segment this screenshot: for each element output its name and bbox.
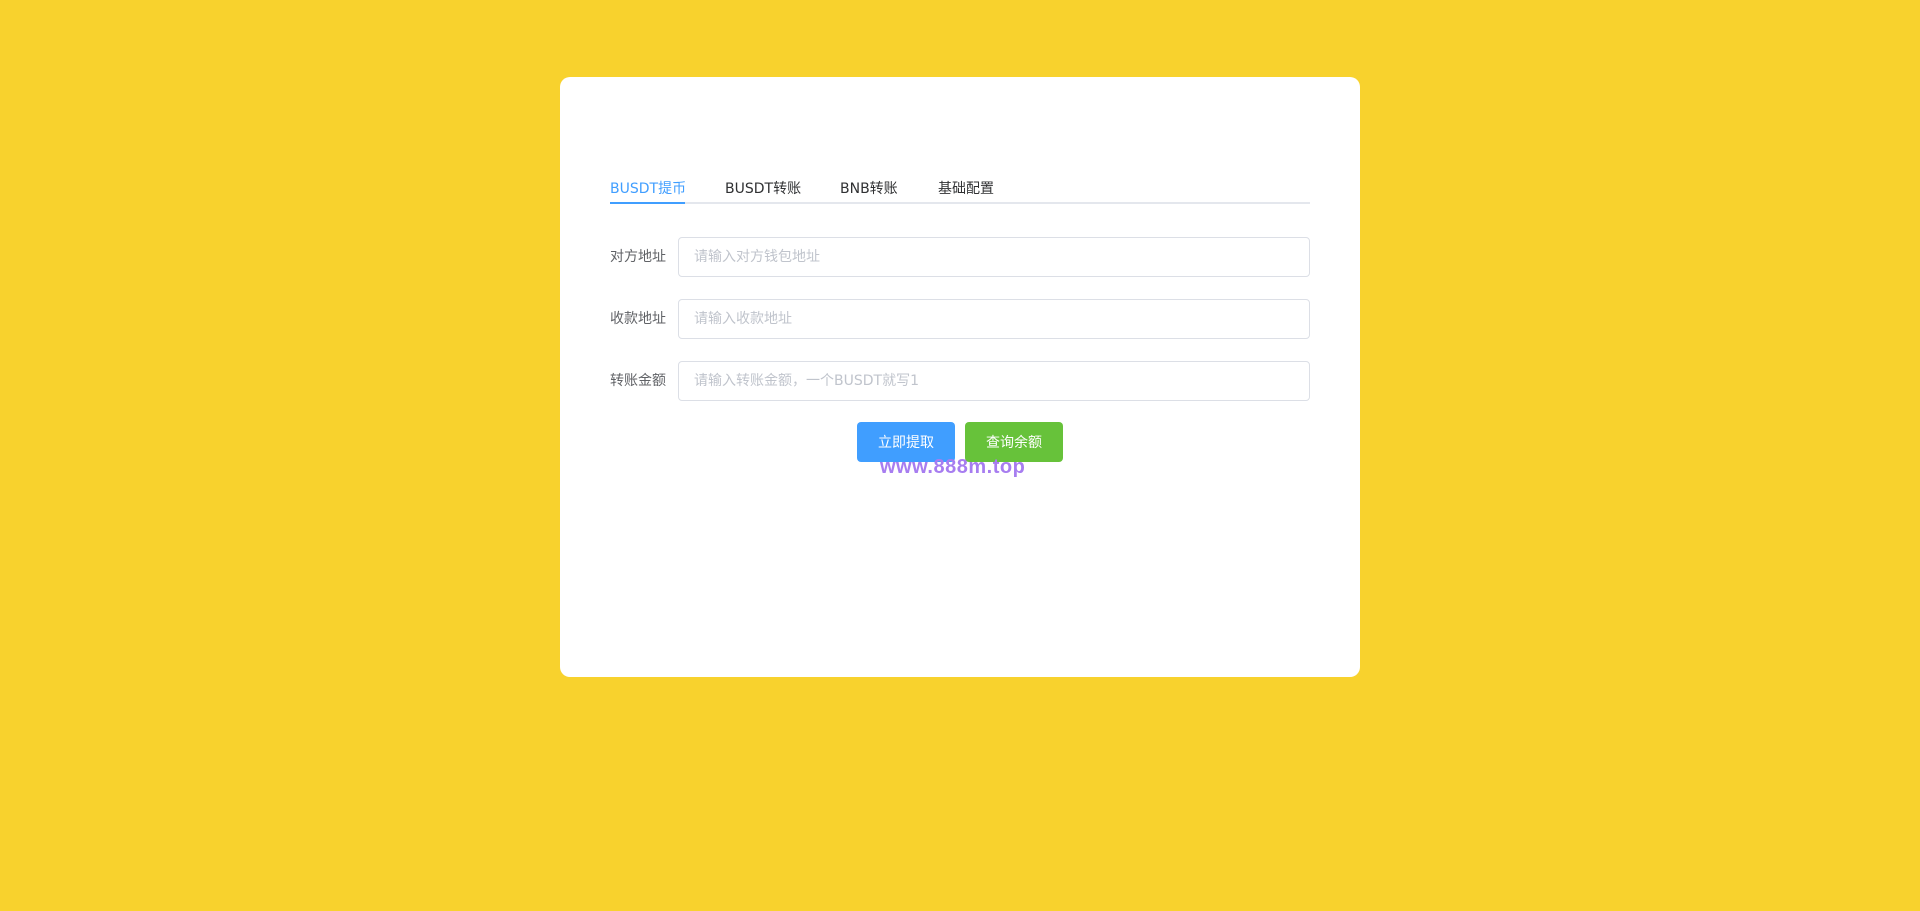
form-row-counterparty-address: 对方地址: [610, 237, 1310, 277]
receiving-address-label: 收款地址: [610, 311, 666, 327]
form-row-receiving-address: 收款地址: [610, 299, 1310, 339]
tab-label: BUSDT提币: [610, 181, 687, 197]
tabs-divider: [610, 202, 1310, 204]
form-row-transfer-amount: 转账金额: [610, 361, 1310, 401]
tab-basic-config[interactable]: 基础配置: [938, 175, 994, 203]
watermark-text: www.888m.top: [880, 456, 1026, 478]
tab-label: 基础配置: [938, 181, 994, 197]
tab-label: BUSDT转账: [725, 181, 802, 197]
active-tab-indicator: [610, 202, 685, 204]
counterparty-address-label: 对方地址: [610, 249, 666, 265]
tab-busdt-transfer[interactable]: BUSDT转账: [725, 175, 801, 203]
counterparty-address-input[interactable]: [678, 237, 1310, 277]
tab-label: BNB转账: [840, 181, 898, 197]
transfer-amount-input[interactable]: [678, 361, 1310, 401]
main-card: BUSDT提币 BUSDT转账 BNB转账 基础配置 对方地址 收款地址 转账金…: [560, 77, 1360, 677]
tab-busdt-withdraw[interactable]: BUSDT提币: [610, 175, 686, 203]
transfer-amount-label: 转账金额: [610, 373, 666, 389]
receiving-address-input[interactable]: [678, 299, 1310, 339]
tab-bnb-transfer[interactable]: BNB转账: [840, 175, 898, 203]
